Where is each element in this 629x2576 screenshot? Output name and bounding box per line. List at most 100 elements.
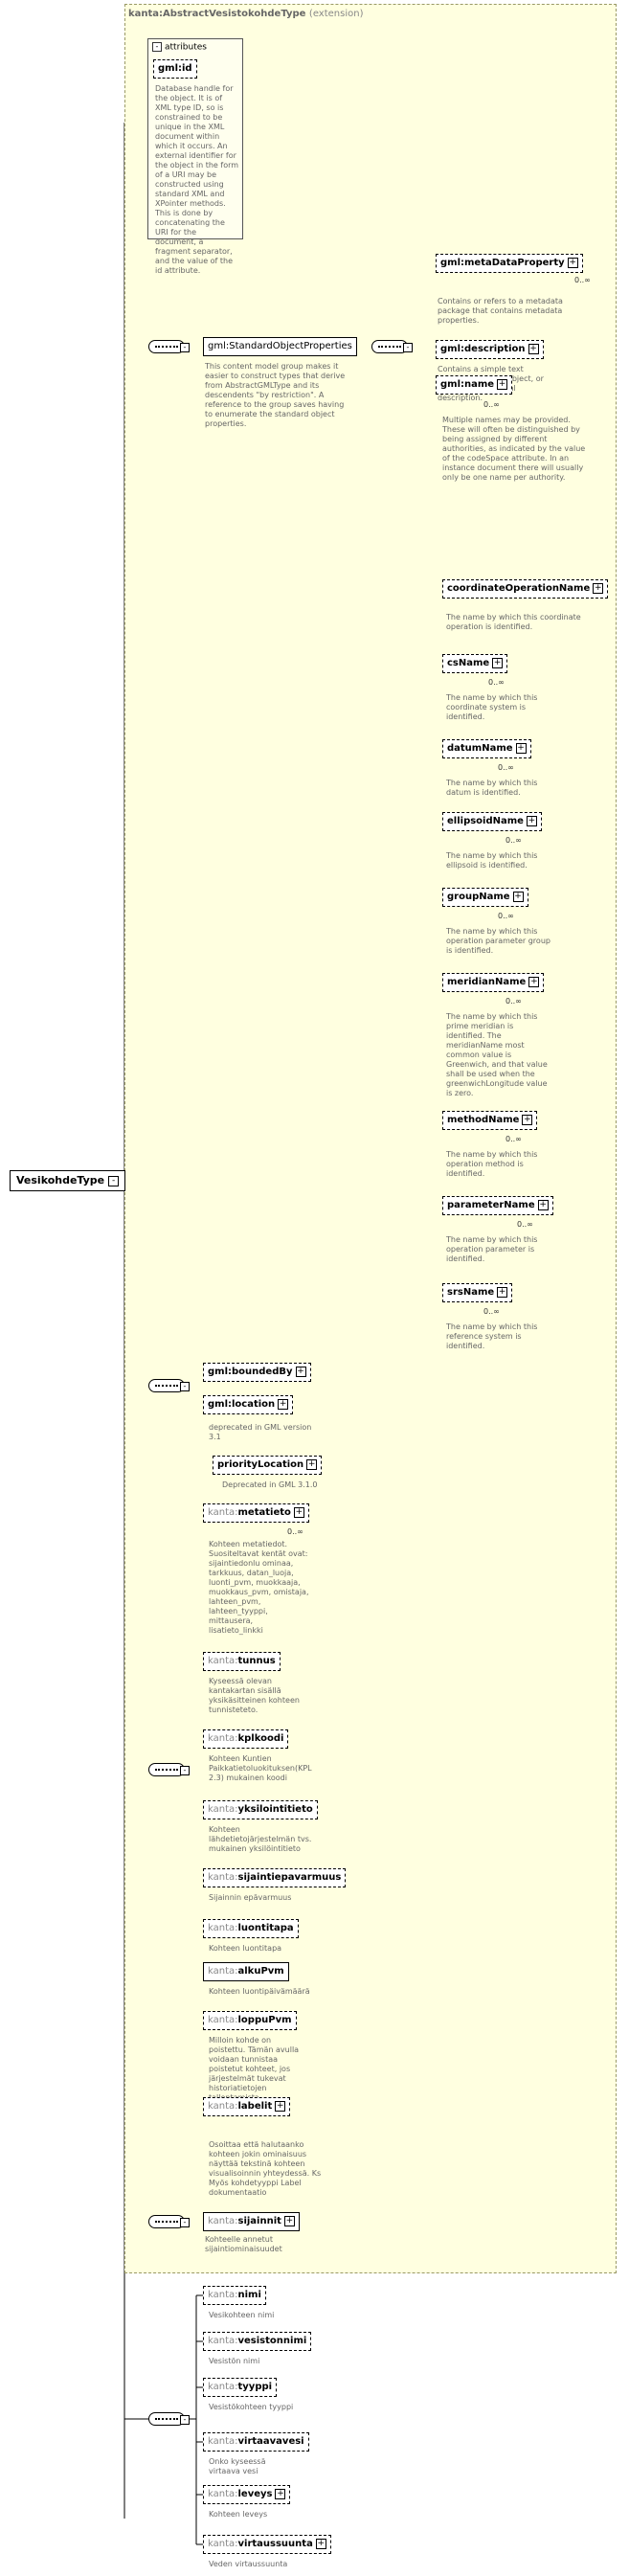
namespace-prefix: kanta: [208,1923,238,1933]
root-element[interactable]: VesikohdeType - [10,1170,126,1191]
expand-icon[interactable]: + [295,1366,306,1377]
expand-icon[interactable]: + [278,1398,289,1410]
sequence-compositor-std[interactable]: - [148,340,190,353]
expand-icon[interactable]: + [275,2488,286,2499]
cardinality: 0..∞ [505,836,522,845]
element-parameter-name[interactable]: parameterName + [442,1196,556,1218]
element-labelit[interactable]: kanta:labelit + [203,2097,291,2116]
expand-icon[interactable]: + [293,1506,304,1518]
element-description: The name by which this operation paramet… [446,927,550,955]
extension-subtitle: (extension) [308,9,364,19]
element-bounded-by[interactable]: gml:boundedBy + [203,1363,311,1382]
cardinality: 0..∞ [505,1135,522,1143]
element-description: Contains or refers to a metadata package… [438,297,563,325]
element-label: groupName [447,892,510,902]
element-gml-name[interactable]: gml:name + [436,375,516,397]
namespace-prefix: kanta: [208,2436,238,2447]
extension-type-name: kanta:AbstractVesistokohdeType [128,9,306,19]
expand-icon[interactable]: + [275,2100,286,2112]
element-description: Kohteelle annetut sijaintiominaisuudet [205,2235,282,2253]
element-method-name[interactable]: methodName + [442,1111,541,1133]
collapse-toggle-icon[interactable]: - [152,42,162,52]
namespace-prefix: kanta: [208,1872,238,1883]
element-metadata-property[interactable]: gml:metaDataProperty + [436,254,583,273]
element-meridian-name[interactable]: meridianName + [442,973,548,995]
root-label: VesikohdeType [16,1174,105,1186]
element-alku-pvm[interactable]: kanta:alkuPvm [203,1962,289,1981]
expand-icon[interactable]: + [567,257,578,268]
collapse-icon[interactable]: - [108,1175,120,1186]
element-description-prop[interactable]: gml:description + [436,340,544,359]
element-sijainnit[interactable]: kanta:sijainnit + [203,2212,300,2231]
element-description: Kohteen luontitapa [209,1944,282,1953]
element-location[interactable]: gml:location + [203,1395,294,1414]
expand-icon[interactable]: + [315,2538,326,2549]
element-yksilointitieto[interactable]: kanta:yksilointitieto [203,1800,318,1819]
element-metatieto[interactable]: kanta:metatieto + [203,1503,312,1525]
element-luontitapa[interactable]: kanta:luontitapa [203,1919,299,1938]
attributes-header[interactable]: - attributes [152,42,207,53]
element-tunnus[interactable]: kanta:tunnus [203,1652,281,1671]
expand-icon[interactable]: + [515,742,527,754]
element-coordinate-operation-name[interactable]: coordinateOperationName + [442,579,609,599]
element-vesistonnimi[interactable]: kanta:vesistonnimi [203,2332,312,2351]
element-leveys[interactable]: kanta:leveys + [203,2485,291,2504]
element-datum-name[interactable]: datumName + [442,739,534,761]
group-description: This content model group makes it easier… [205,362,346,428]
expand-icon[interactable]: + [528,343,539,354]
expand-icon[interactable]: + [528,976,540,987]
expand-icon[interactable]: + [306,1458,318,1470]
element-label: tunnus [237,1656,276,1666]
element-description: The name by which this coordinate operat… [446,613,581,631]
group-standard-object-properties[interactable]: gml:StandardObjectProperties [203,337,357,356]
element-srs-name[interactable]: srsName + [442,1283,516,1305]
namespace-prefix: kanta: [208,1656,238,1666]
sequence-compositor-bounded[interactable]: - [148,1379,190,1392]
expand-icon[interactable]: + [283,2215,295,2226]
element-virtaavavesi[interactable]: kanta:virtaavavesi [203,2432,309,2452]
expand-icon[interactable]: + [526,815,537,826]
sequence-compositor-sijainnit[interactable]: - [148,2215,190,2228]
sequence-compositor-meta[interactable]: - [371,340,413,353]
element-description: Veden virtaussuunta [209,2560,288,2568]
element-priority-location[interactable]: priorityLocation + [213,1456,323,1475]
element-group-name[interactable]: groupName + [442,888,531,910]
element-description: Milloin kohde on poistettu. Tämän avulla… [209,2036,300,2102]
element-label: sijaintiepavarmuus [237,1872,342,1883]
element-description: The name by which this operation method … [446,1150,538,1178]
element-kplkoodi[interactable]: kanta:kplkoodi [203,1729,289,1749]
element-label: gml:name [440,379,495,390]
cardinality: 0..∞ [498,763,514,772]
element-tyyppi[interactable]: kanta:tyyppi [203,2378,278,2397]
element-label: datumName [447,743,513,754]
element-description: The name by which this datum is identifi… [446,779,538,797]
element-sijaintiepavarmuus[interactable]: kanta:sijaintiepavarmuus [203,1868,347,1887]
namespace-prefix: kanta: [208,2382,238,2392]
expand-icon[interactable]: + [593,582,604,594]
expand-icon[interactable]: + [497,378,508,390]
element-cs-name[interactable]: csName + [442,654,511,676]
element-label: labelit [237,2101,273,2112]
namespace-prefix: kanta: [208,2216,238,2226]
namespace-prefix: kanta: [208,2336,238,2346]
element-nimi[interactable]: kanta:nimi [203,2286,266,2305]
element-virtaussuunta[interactable]: kanta:virtaussuunta + [203,2535,331,2554]
sequence-compositor-vesi[interactable]: - [148,2412,190,2426]
element-label: virtaussuunta [237,2539,313,2549]
expand-icon[interactable]: + [497,1286,508,1298]
attribute-label: gml:id [158,63,192,74]
expand-icon[interactable]: + [492,657,504,668]
expand-icon[interactable]: + [512,891,524,902]
namespace-prefix: kanta: [208,1507,238,1518]
element-description: The name by which this coordinate system… [446,693,538,721]
element-description: Deprecated in GML 3.1.0 [222,1480,318,1489]
attribute-gml-id[interactable]: gml:id [153,59,197,79]
element-loppu-pvm[interactable]: kanta:loppuPvm [203,2011,297,2030]
namespace-prefix: kanta: [208,2015,238,2025]
element-ellipsoid-name[interactable]: ellipsoidName + [442,812,545,834]
sequence-compositor-kanta[interactable]: - [148,1763,190,1776]
expand-icon[interactable]: + [522,1114,533,1125]
expand-icon[interactable]: + [537,1199,549,1210]
element-description: deprecated in GML version 3.1 [209,1423,312,1441]
element-description: Kohteen luontipäivämäärä [209,1987,310,1996]
